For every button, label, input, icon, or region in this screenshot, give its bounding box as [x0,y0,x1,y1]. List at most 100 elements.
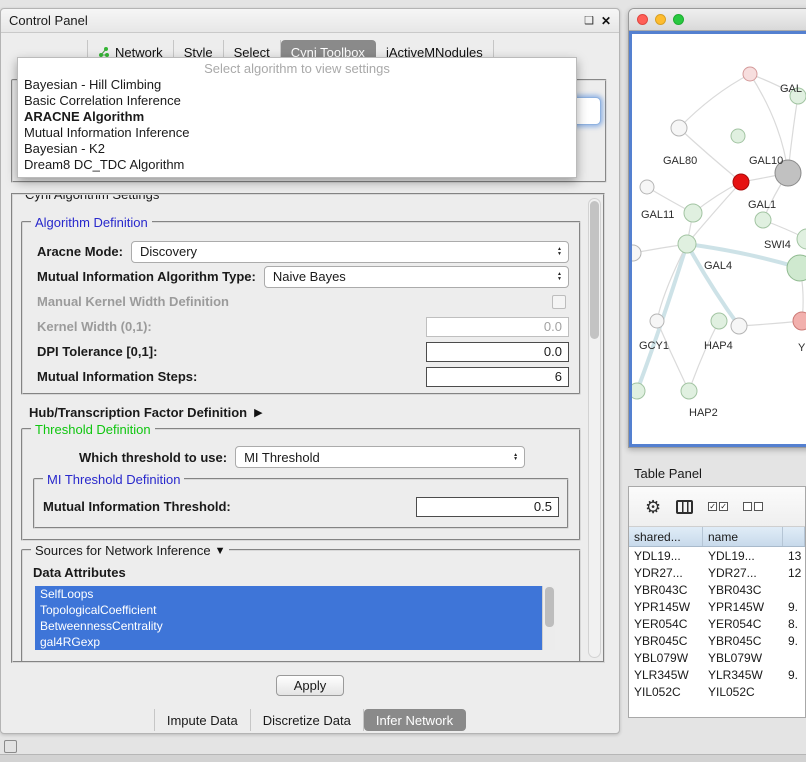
node[interactable] [755,212,771,228]
cell[interactable]: 9. [783,598,805,615]
cell[interactable]: YBL079W [703,649,783,666]
cell[interactable]: YIL052C [629,683,703,700]
column-header-name[interactable]: name [703,527,783,546]
cell[interactable]: YPR145W [703,598,783,615]
dropdown-item[interactable]: Basic Correlation Inference [18,93,576,109]
list-item[interactable]: SelfLoops [35,586,542,602]
collapsed-panel-icon[interactable] [4,740,17,753]
tab-impute-data[interactable]: Impute Data [154,709,251,731]
close-icon[interactable]: ✕ [601,14,611,28]
table-row[interactable]: YDL19... YDL19... 13 [629,547,805,564]
sources-group-header[interactable]: Sources for Network Inference ▼ [31,543,229,558]
cell[interactable]: YBR045C [629,632,703,649]
table-row[interactable]: YER054C YER054C 8. [629,615,805,632]
table-row[interactable]: YLR345W YLR345W 9. [629,666,805,683]
column-header-cut[interactable] [783,527,805,546]
node[interactable] [731,129,745,143]
cell[interactable]: YBR043C [629,581,703,598]
node[interactable] [684,204,702,222]
list-scrollbar[interactable] [542,586,555,650]
node[interactable] [640,180,654,194]
zoom-traffic-light[interactable] [673,14,684,25]
node[interactable] [797,229,806,249]
node[interactable] [681,383,697,399]
cell[interactable]: YLR345W [703,666,783,683]
cell[interactable]: 13 [783,547,805,564]
node[interactable] [650,314,664,328]
kernel-width-field[interactable]: 0.0 [426,317,569,337]
cell[interactable]: 8. [783,615,805,632]
cell[interactable]: 9. [783,666,805,683]
cell[interactable]: YDL19... [703,547,783,564]
node[interactable] [632,245,641,261]
node-label: GCY1 [639,340,669,352]
manual-kernel-checkbox[interactable] [552,295,566,309]
dpi-tolerance-field[interactable]: 0.0 [426,342,569,362]
apply-button[interactable]: Apply [276,675,344,696]
cell[interactable]: YBL079W [629,649,703,666]
node[interactable] [743,67,757,81]
node[interactable] [632,383,645,399]
list-scrollbar-thumb[interactable] [545,587,554,627]
node[interactable] [793,312,806,330]
table-row[interactable]: YBR043C YBR043C [629,581,805,598]
close-traffic-light[interactable] [637,14,648,25]
deselect-all-icon[interactable] [743,502,763,511]
node[interactable] [711,313,727,329]
float-window-icon[interactable]: ❑ [584,14,594,27]
mi-threshold-title-text: MI Threshold Definition [47,472,180,487]
list-item[interactable]: BetweennessCentrality [35,618,542,634]
cell[interactable]: YIL052C [703,683,783,700]
cell[interactable]: YER054C [703,615,783,632]
cell[interactable]: 9. [783,632,805,649]
table-row[interactable]: YBL079W YBL079W [629,649,805,666]
cell[interactable]: YBR045C [703,632,783,649]
cell[interactable]: YDR27... [703,564,783,581]
which-threshold-combobox[interactable]: MI Threshold ▲ ▼ [235,446,525,468]
table-row[interactable]: YPR145W YPR145W 9. [629,598,805,615]
cell[interactable]: 12 [783,564,805,581]
gear-icon[interactable]: ⚙ [645,498,661,516]
mi-type-combobox[interactable]: Naive Bayes ▲ ▼ [264,266,569,288]
settings-scrollbar-thumb[interactable] [590,201,599,339]
list-item[interactable]: TopologicalCoefficient [35,602,542,618]
dropdown-item[interactable]: Bayesian - K2 [18,141,576,157]
dropdown-item[interactable]: Bayesian - Hill Climbing [18,77,576,93]
cell[interactable]: YBR043C [703,581,783,598]
settings-content: Algorithm Definition Aracne Mode: Discov… [19,205,583,663]
node[interactable] [787,255,806,281]
which-threshold-label: Which threshold to use: [79,450,227,465]
columns-icon[interactable] [676,500,693,514]
settings-scrollbar[interactable] [588,198,601,658]
hub-definition-header[interactable]: Hub/Transcription Factor Definition ▶ [29,405,583,420]
cell[interactable] [783,581,805,598]
list-item[interactable]: gal4RGexp [35,634,542,650]
mi-threshold-field[interactable]: 0.5 [416,497,559,517]
threshold-definition-group: Threshold Definition Which threshold to … [21,428,581,541]
dropdown-item[interactable]: Mutual Information Inference [18,125,576,141]
table-row[interactable]: YDR27... YDR27... 12 [629,564,805,581]
select-all-icon[interactable]: ✓ ✓ [708,502,728,511]
node-highlighted-red[interactable] [733,174,749,190]
tab-infer-network[interactable]: Infer Network [364,709,466,731]
tab-discretize-data[interactable]: Discretize Data [251,709,364,731]
minimize-traffic-light[interactable] [655,14,666,25]
dropdown-item[interactable]: Dream8 DC_TDC Algorithm [18,157,576,173]
node[interactable] [678,235,696,253]
table-row[interactable]: YIL052C YIL052C [629,683,805,700]
cell[interactable] [783,683,805,700]
dropdown-item-selected[interactable]: ARACNE Algorithm [18,109,576,125]
cell[interactable]: YDL19... [629,547,703,564]
cell[interactable]: YER054C [629,615,703,632]
table-row[interactable]: YBR045C YBR045C 9. [629,632,805,649]
cell[interactable]: YLR345W [629,666,703,683]
cell[interactable]: YDR27... [629,564,703,581]
cell[interactable] [783,649,805,666]
node[interactable] [731,318,747,334]
mi-steps-field[interactable]: 6 [426,367,569,387]
aracne-mode-combobox[interactable]: Discovery ▲ ▼ [131,241,569,263]
network-canvas[interactable]: GAL GAL80 GAL10 GAL11 GAL1 SWI4 GAL4 GCY… [629,31,806,447]
node[interactable] [671,120,687,136]
cell[interactable]: YPR145W [629,598,703,615]
column-header-shared-name[interactable]: shared... [629,527,703,546]
